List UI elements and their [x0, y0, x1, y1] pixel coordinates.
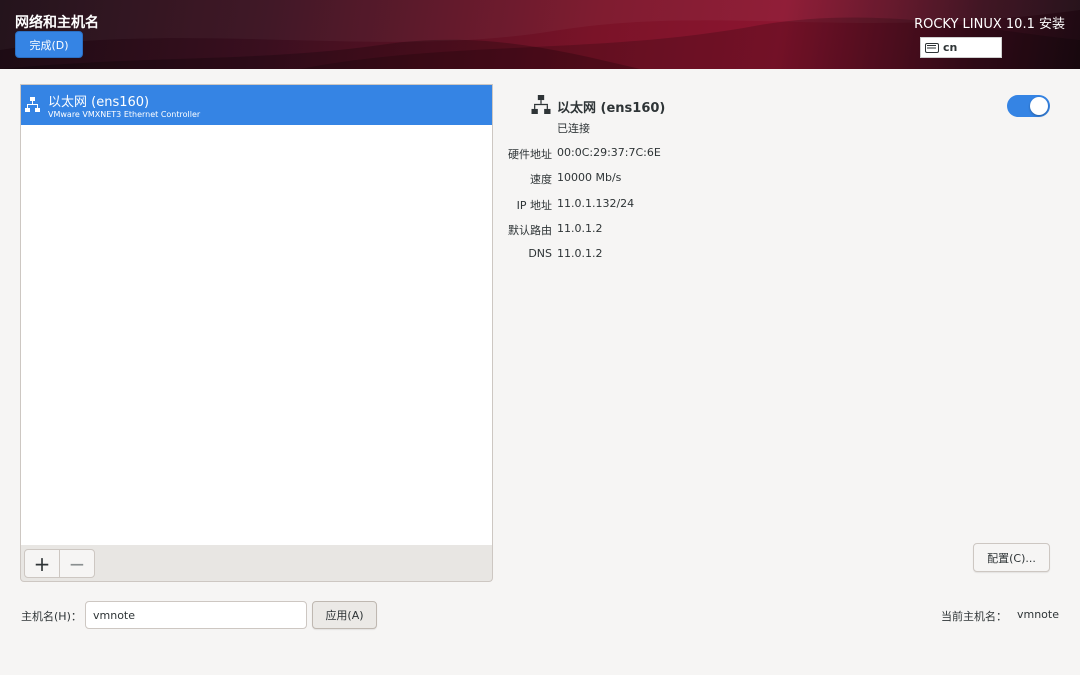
hardware-address-label: 硬件地址	[508, 148, 552, 161]
hardware-address-value: 00:0C:29:37:7C:6E	[557, 146, 661, 159]
product-title: ROCKY LINUX 10.1 安装	[914, 17, 1065, 32]
speed-label: 速度	[530, 173, 552, 186]
header-bar: 网络和主机名 完成(D) ROCKY LINUX 10.1 安装 cn	[0, 0, 1080, 69]
toggle-knob	[1030, 97, 1048, 115]
connection-toggle[interactable]	[1007, 95, 1050, 117]
speed-value: 10000 Mb/s	[557, 171, 622, 184]
dns-label: DNS	[528, 247, 552, 260]
page-title: 网络和主机名	[15, 15, 99, 31]
configure-button[interactable]: 配置(C)...	[973, 543, 1050, 572]
keyboard-icon	[925, 42, 939, 53]
hostname-input[interactable]	[85, 601, 307, 629]
device-list: 以太网 (ens160) VMware VMXNET3 Ethernet Con…	[20, 84, 493, 546]
dns-value: 11.0.1.2	[557, 247, 603, 260]
default-route-value: 11.0.1.2	[557, 222, 603, 235]
keyboard-layout-indicator[interactable]: cn	[920, 37, 1002, 58]
device-list-toolbar: + −	[20, 545, 493, 582]
header-decoration	[0, 0, 1080, 69]
list-item[interactable]: 以太网 (ens160) VMware VMXNET3 Ethernet Con…	[21, 85, 492, 125]
add-device-button[interactable]: +	[24, 549, 60, 578]
connection-status: 已连接	[557, 122, 590, 135]
done-button[interactable]: 完成(D)	[15, 31, 83, 58]
network-wired-icon	[531, 95, 551, 114]
remove-device-button[interactable]: −	[59, 549, 95, 578]
hostname-label: 主机名(H)：	[21, 610, 82, 623]
keyboard-layout-label: cn	[943, 41, 958, 54]
current-hostname-value: vmnote	[1016, 608, 1059, 621]
device-name: 以太网 (ens160)	[48, 95, 150, 110]
current-hostname-label: 当前主机名：	[941, 610, 1007, 623]
ip-address-value: 11.0.1.132/24	[557, 197, 635, 210]
device-description: VMware VMXNET3 Ethernet Controller	[48, 110, 201, 119]
device-detail-name: 以太网 (ens160)	[557, 101, 666, 116]
apply-button[interactable]: 应用(A)	[312, 601, 377, 629]
ip-address-label: IP 地址	[516, 199, 552, 212]
network-wired-icon	[25, 97, 40, 112]
default-route-label: 默认路由	[508, 224, 552, 237]
